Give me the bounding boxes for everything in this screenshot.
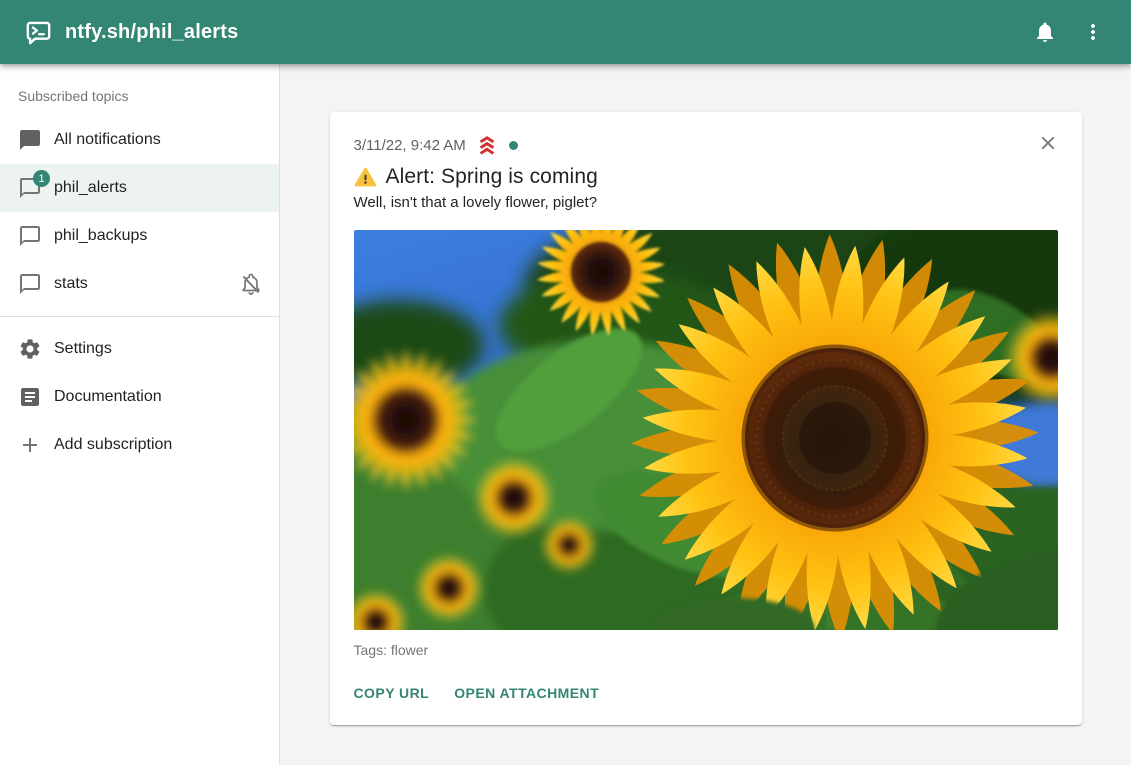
chat-bubble-outline-icon: 1 — [18, 176, 42, 200]
sidebar-item-label: Settings — [54, 340, 112, 358]
unread-count-badge: 1 — [33, 170, 50, 187]
unread-dot-icon — [509, 141, 518, 150]
sidebar-item-settings[interactable]: Settings — [0, 325, 279, 373]
sidebar-item-label: phil_backups — [54, 227, 147, 245]
sidebar-item-label: Documentation — [54, 388, 162, 406]
sidebar-item-all-notifications[interactable]: All notifications — [0, 116, 279, 164]
notification-title: Alert: Spring is coming — [386, 165, 598, 189]
notification-attachment-image[interactable] — [354, 230, 1058, 630]
bell-off-icon — [239, 272, 263, 296]
sidebar-divider — [0, 316, 279, 317]
sidebar-item-label: Add subscription — [54, 436, 172, 454]
bell-icon — [1033, 20, 1057, 44]
priority-max-icon — [476, 134, 498, 156]
notification-tags: Tags: flower — [354, 642, 1058, 658]
close-icon — [1037, 132, 1059, 154]
sidebar-item-label: stats — [54, 275, 88, 293]
main-content: 3/11/22, 9:42 AM — [280, 64, 1131, 765]
sidebar-subheader: Subscribed topics — [0, 72, 279, 116]
sidebar-item-phil-alerts[interactable]: 1 phil_alerts — [0, 164, 279, 212]
notification-timestamp: 3/11/22, 9:42 AM — [354, 137, 466, 154]
notification-card: 3/11/22, 9:42 AM — [330, 112, 1082, 725]
sidebar-item-stats[interactable]: stats — [0, 260, 279, 308]
overflow-menu-button[interactable] — [1069, 8, 1117, 56]
kebab-menu-icon — [1081, 20, 1105, 44]
sidebar-item-label: phil_alerts — [54, 179, 127, 197]
chat-bubble-filled-icon — [18, 128, 42, 152]
chat-bubble-outline-icon — [18, 272, 42, 296]
app-title: ntfy.sh/phil_alerts — [65, 21, 238, 44]
notification-title-row: Alert: Spring is coming — [354, 165, 1058, 189]
plus-icon — [18, 433, 42, 457]
close-notification-button[interactable] — [1034, 130, 1062, 158]
sidebar-item-label: All notifications — [54, 131, 161, 149]
open-attachment-button[interactable]: OPEN ATTACHMENT — [446, 679, 607, 707]
sidebar-item-add-subscription[interactable]: Add subscription — [0, 421, 279, 469]
chat-bubble-outline-icon — [18, 224, 42, 248]
article-icon — [18, 385, 42, 409]
warning-triangle-icon — [354, 166, 377, 189]
notification-body: Well, isn't that a lovely flower, piglet… — [354, 194, 1058, 211]
app-bar: ntfy.sh/phil_alerts — [0, 0, 1131, 64]
notification-meta: 3/11/22, 9:42 AM — [354, 134, 518, 156]
app-logo-icon — [25, 19, 52, 46]
sidebar-item-phil-backups[interactable]: phil_backups — [0, 212, 279, 260]
copy-url-button[interactable]: COPY URL — [346, 679, 438, 707]
notification-actions: COPY URL OPEN ATTACHMENT — [346, 679, 1058, 707]
sidebar-item-documentation[interactable]: Documentation — [0, 373, 279, 421]
gear-icon — [18, 337, 42, 361]
sidebar: Subscribed topics All notifications 1 ph… — [0, 64, 280, 765]
notifications-bell-button[interactable] — [1021, 8, 1069, 56]
